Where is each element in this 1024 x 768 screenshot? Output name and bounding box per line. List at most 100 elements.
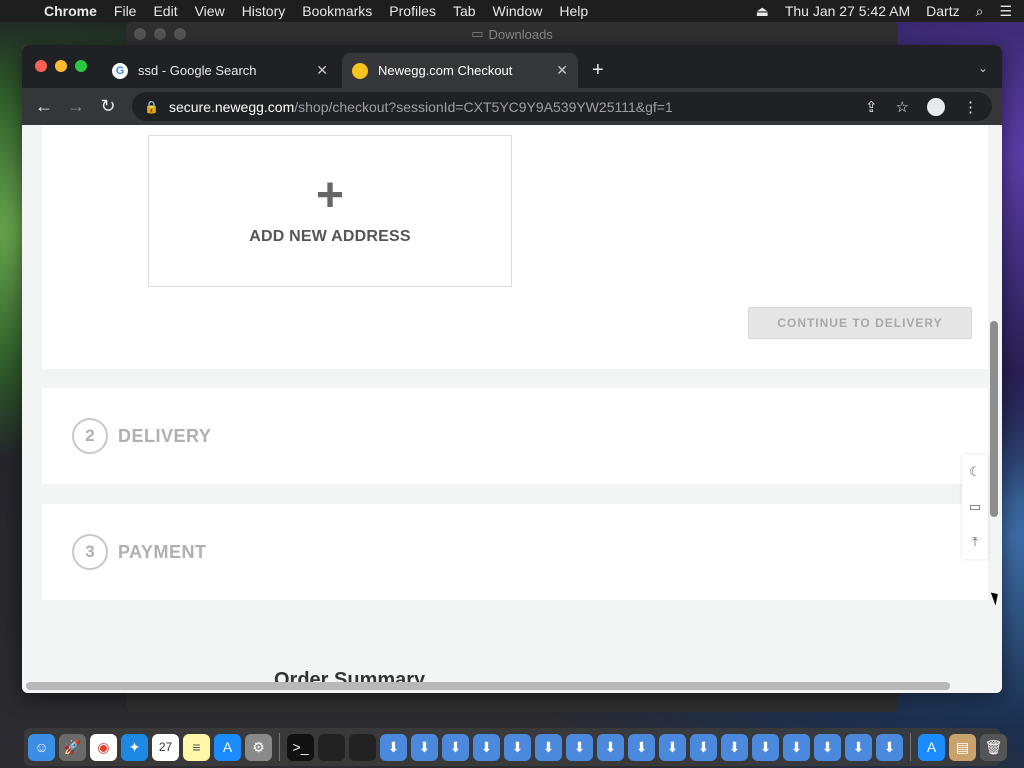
terminal-icon[interactable] bbox=[349, 733, 376, 761]
dock-separator bbox=[910, 733, 911, 761]
window-zoom-button[interactable] bbox=[75, 60, 87, 72]
step-number-badge: 3 bbox=[72, 534, 108, 570]
window-controls bbox=[35, 60, 87, 72]
tab-title: Newegg.com Checkout bbox=[378, 63, 513, 78]
horizontal-scrollbar[interactable] bbox=[26, 682, 950, 690]
profile-avatar-icon[interactable] bbox=[927, 97, 945, 116]
chrome-menu-icon[interactable]: ⋮ bbox=[963, 98, 978, 116]
trash-icon[interactable]: 🗑 bbox=[980, 733, 1007, 761]
menu-tab[interactable]: Tab bbox=[453, 3, 476, 19]
installer-icon[interactable]: ⬇ bbox=[597, 733, 624, 761]
menu-history[interactable]: History bbox=[242, 3, 286, 19]
installer-icon[interactable]: ⬇ bbox=[876, 733, 903, 761]
macos-menubar: Chrome File Edit View History Bookmarks … bbox=[0, 0, 1024, 22]
reload-button[interactable]: ↻ bbox=[92, 96, 124, 117]
window-minimize-button[interactable] bbox=[154, 28, 166, 40]
checkout-page: + ADD NEW ADDRESS CONTINUE TO DELIVERY 2… bbox=[22, 125, 1002, 693]
step-title: PAYMENT bbox=[118, 541, 207, 562]
installer-icon[interactable]: ⬇ bbox=[442, 733, 469, 761]
menu-window[interactable]: Window bbox=[493, 3, 543, 19]
installer-icon[interactable]: ⬇ bbox=[566, 733, 593, 761]
installer-icon[interactable]: ⬇ bbox=[690, 733, 717, 761]
vertical-scrollbar[interactable] bbox=[990, 321, 998, 517]
tab-close-icon[interactable]: ✕ bbox=[556, 62, 568, 79]
tab-search-chevron-icon[interactable]: ⌄ bbox=[978, 61, 988, 75]
safari-icon[interactable]: ✦ bbox=[121, 733, 148, 761]
calendar-icon[interactable]: 27 bbox=[152, 733, 179, 761]
installer-icon[interactable]: ⬇ bbox=[814, 733, 841, 761]
tab-title: ssd - Google Search bbox=[138, 63, 257, 78]
back-button[interactable]: ← bbox=[28, 96, 60, 117]
installer-icon[interactable]: ⬇ bbox=[721, 733, 748, 761]
installer-icon[interactable]: ⬇ bbox=[411, 733, 438, 761]
window-minimize-button[interactable] bbox=[55, 60, 67, 72]
installer-icon[interactable]: ⬇ bbox=[659, 733, 686, 761]
menu-bookmarks[interactable]: Bookmarks bbox=[302, 3, 372, 19]
app-store-icon[interactable]: A bbox=[214, 733, 241, 761]
installer-icon[interactable]: ⬇ bbox=[628, 733, 655, 761]
feedback-icon[interactable]: ▭ bbox=[969, 499, 981, 515]
menu-edit[interactable]: Edit bbox=[153, 3, 177, 19]
bookmark-star-icon[interactable]: ☆ bbox=[896, 98, 909, 116]
eject-icon[interactable]: ⏏ bbox=[756, 3, 769, 20]
shipping-address-section: + ADD NEW ADDRESS CONTINUE TO DELIVERY bbox=[42, 125, 988, 369]
moon-icon[interactable]: ☾ bbox=[969, 464, 981, 480]
share-icon[interactable]: ⇪ bbox=[865, 98, 878, 116]
continue-to-delivery-button[interactable]: CONTINUE TO DELIVERY bbox=[748, 307, 972, 339]
folder-icon: ▭ bbox=[471, 26, 484, 41]
address-bar[interactable]: 🔒 secure.newegg.com /shop/checkout?sessi… bbox=[132, 92, 992, 121]
forward-button[interactable]: → bbox=[60, 96, 92, 117]
tab-strip: G ssd - Google Search ✕ Newegg.com Check… bbox=[22, 45, 1002, 88]
back-to-top-icon[interactable]: ⤒ bbox=[972, 534, 978, 550]
system-preferences-icon[interactable]: ⚙ bbox=[245, 733, 272, 761]
installer-icon[interactable]: ⬇ bbox=[783, 733, 810, 761]
terminal-icon[interactable] bbox=[318, 733, 345, 761]
menu-profiles[interactable]: Profiles bbox=[389, 3, 436, 19]
add-new-address-card[interactable]: + ADD NEW ADDRESS bbox=[148, 135, 512, 287]
spotlight-search-icon[interactable]: ⌕ bbox=[976, 3, 984, 20]
installer-icon[interactable]: ⬇ bbox=[380, 733, 407, 761]
step-title: DELIVERY bbox=[118, 425, 212, 446]
window-zoom-button[interactable] bbox=[174, 28, 186, 40]
notes-icon[interactable]: ≡ bbox=[183, 733, 210, 761]
app-store-icon[interactable]: A bbox=[918, 733, 945, 761]
step-number-badge: 2 bbox=[72, 418, 108, 454]
tab-google-search[interactable]: G ssd - Google Search ✕ bbox=[102, 53, 338, 88]
menu-app-name[interactable]: Chrome bbox=[44, 3, 97, 19]
payment-step-section[interactable]: 3 PAYMENT bbox=[42, 504, 988, 600]
installer-icon[interactable]: ⬇ bbox=[845, 733, 872, 761]
new-tab-button[interactable]: + bbox=[592, 59, 604, 82]
google-icon: G bbox=[112, 62, 128, 79]
tab-newegg-checkout[interactable]: Newegg.com Checkout ✕ bbox=[342, 53, 578, 88]
control-center-icon[interactable]: ☰ bbox=[999, 3, 1012, 20]
url-path: /shop/checkout?sessionId=CXT5YC9Y9A539YW… bbox=[294, 98, 673, 115]
menubar-user[interactable]: Dartz bbox=[926, 3, 959, 19]
browser-toolbar: ← → ↻ 🔒 secure.newegg.com /shop/checkout… bbox=[22, 88, 1002, 125]
add-new-address-label: ADD NEW ADDRESS bbox=[249, 228, 411, 245]
newegg-icon bbox=[352, 62, 368, 79]
tab-close-icon[interactable]: ✕ bbox=[316, 62, 328, 79]
delivery-step-section[interactable]: 2 DELIVERY bbox=[42, 388, 988, 484]
installer-icon[interactable]: ⬇ bbox=[473, 733, 500, 761]
finder-icon[interactable]: ☺ bbox=[28, 733, 55, 761]
downloads-window-controls bbox=[134, 28, 186, 40]
toolbar-actions: ⇪ ☆ ⋮ bbox=[865, 97, 992, 116]
menubar-datetime[interactable]: Thu Jan 27 5:42 AM bbox=[785, 3, 910, 19]
installer-icon[interactable]: ⬇ bbox=[752, 733, 779, 761]
menu-file[interactable]: File bbox=[114, 3, 137, 19]
chrome-window: G ssd - Google Search ✕ Newegg.com Check… bbox=[22, 45, 1002, 693]
lock-icon[interactable]: 🔒 bbox=[144, 100, 159, 114]
installer-icon[interactable]: ⬇ bbox=[535, 733, 562, 761]
chrome-icon[interactable]: ◉ bbox=[90, 733, 117, 761]
terminal-icon[interactable]: >_ bbox=[287, 733, 314, 761]
macos-dock: ☺ 🚀 ◉ ✦ 27 ≡ A ⚙ >_ ⬇ ⬇ ⬇ ⬇ ⬇ ⬇ ⬇ ⬇ ⬇ ⬇ … bbox=[24, 728, 1007, 766]
menu-help[interactable]: Help bbox=[559, 3, 588, 19]
menu-view[interactable]: View bbox=[195, 3, 225, 19]
downloads-titlebar: ▭ Downloads bbox=[126, 22, 898, 46]
archive-utility-icon[interactable]: ▤ bbox=[949, 733, 976, 761]
floating-side-toolbar: ☾ ▭ ⤒ bbox=[962, 455, 988, 559]
installer-icon[interactable]: ⬇ bbox=[504, 733, 531, 761]
window-close-button[interactable] bbox=[134, 28, 146, 40]
launchpad-icon[interactable]: 🚀 bbox=[59, 733, 86, 761]
window-close-button[interactable] bbox=[35, 60, 47, 72]
